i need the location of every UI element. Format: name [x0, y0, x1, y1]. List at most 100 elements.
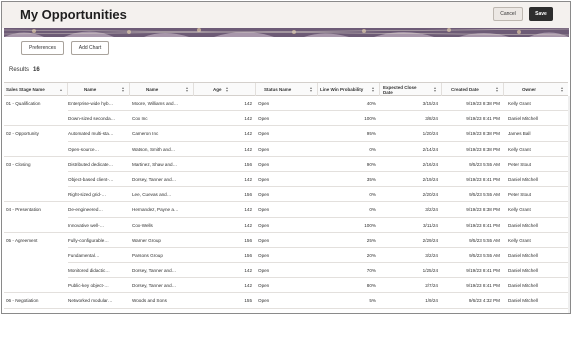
cell-prob: 80% [366, 283, 376, 289]
cell-stage [6, 218, 66, 233]
col-header-expected-close-date[interactable]: Expected Close Date [380, 83, 442, 96]
table-row[interactable]: Open-source… Watson, Smith and… 142 Open 0% 2… [4, 142, 568, 157]
col-header-opportunity-name[interactable]: Name [68, 83, 130, 96]
cell-stage [6, 142, 66, 157]
cell-age: 156 [244, 237, 252, 243]
cell-status: Open [258, 131, 270, 137]
cell-opp: Right-sized grid-… [68, 192, 107, 198]
cell-close: 1/9/24 [425, 298, 438, 304]
cell-stage [6, 111, 66, 126]
table-row[interactable]: 05 - Agreement Fully-configurable… Warner … [4, 233, 568, 248]
cell-owner: Kelly Grant [508, 237, 531, 243]
table-row[interactable]: Public-key object-… Dorsey, Tanner and… 14… [4, 278, 568, 294]
cell-stage [6, 278, 66, 293]
cell-opp: Automated multi-sta… [68, 131, 114, 137]
cell-created: 9/5/23 5:55 AM [469, 192, 500, 198]
save-button[interactable]: Save [529, 7, 553, 21]
col-header-status-name[interactable]: Status Name [256, 83, 318, 96]
opportunities-table: Sales Stage Name Name Name Age Status Na… [4, 82, 568, 313]
cell-age: 142 [244, 222, 252, 228]
cell-status: Open [258, 146, 270, 152]
cell-prob: 70% [366, 268, 376, 274]
table-row[interactable]: 06 - Negotiation Networked modular… Woods … [4, 293, 568, 309]
table-scrollbar[interactable] [568, 96, 570, 313]
table-row[interactable]: 02 - Opportunity Automated multi-sta… Came… [4, 126, 568, 142]
cell-age: 142 [244, 116, 252, 122]
results-count: 16 [33, 67, 40, 73]
cell-status: Open [258, 161, 270, 167]
cell-opp: Public-key object-… [68, 283, 109, 289]
cell-created: 9/19/23 8:41 PM [466, 268, 500, 274]
sort-icon[interactable] [310, 87, 313, 93]
cell-account: Dorsey, Tanner and… [132, 283, 177, 289]
cell-status: Open [258, 101, 270, 106]
cell-age: 142 [244, 283, 252, 289]
sort-icon[interactable] [60, 87, 63, 93]
sort-icon[interactable] [186, 87, 189, 93]
cell-prob: 35% [366, 176, 376, 182]
cell-prob: 100% [364, 116, 376, 122]
col-header-sales-stage[interactable]: Sales Stage Name [4, 83, 68, 96]
cell-prob: 100% [364, 222, 376, 228]
table-row[interactable]: Fundamental… Parsons Group 156 Open 20% 3/2/2… [4, 248, 568, 264]
cell-owner: Peter Stout [508, 192, 531, 198]
sort-icon[interactable] [434, 87, 437, 93]
cell-owner: Daniel Mitchell [508, 298, 538, 304]
table-row[interactable]: 01 - Qualification Enterprise-wide hyb… Mo… [4, 96, 568, 112]
cell-close: 3/11/24 [423, 222, 438, 228]
cell-close: 2/14/24 [422, 146, 438, 152]
cell-age: 156 [244, 192, 252, 198]
cell-stage: 06 - Negotiation [6, 298, 39, 304]
cell-prob: 25% [366, 237, 376, 243]
table-row[interactable]: Object-based client-… Dorsey, Tanner and…… [4, 172, 568, 188]
app-window: My Opportunities Cancel Save Preferences… [1, 1, 571, 314]
table-row[interactable]: Monitored didactic… Dorsey, Tanner and… 14… [4, 263, 568, 279]
cell-age: 156 [244, 252, 252, 258]
cell-opp: Open-source… [68, 146, 100, 152]
cell-status: Open [258, 192, 270, 198]
cell-age: 142 [244, 146, 252, 152]
table-row[interactable]: 03 - Closing Distributed dedicate… Martine… [4, 157, 568, 172]
cell-status: Open [258, 252, 270, 258]
cell-status: Open [258, 116, 270, 122]
col-header-line-win-probability[interactable]: Line Win Probability [318, 83, 380, 96]
preferences-button[interactable]: Preferences [21, 41, 64, 55]
cell-owner: Daniel Mitchell [508, 283, 538, 289]
sort-icon[interactable] [372, 87, 375, 93]
table-row[interactable]: Right-sized grid-… Lee, Cuevas and… 156 Ope… [4, 187, 568, 203]
table-row[interactable]: 04 - Presentation De-engineered… Hernandez… [4, 202, 568, 218]
cell-opp: De-engineered… [68, 207, 103, 213]
cell-account: Moore, Williams and… [132, 101, 179, 106]
cell-close: 3/15/24 [422, 101, 438, 106]
decorative-banner [4, 28, 569, 37]
cell-close: 1/20/24 [422, 131, 438, 137]
table-row[interactable]: Down-sized seconda… Cox Inc 142 Open 100% 3/8… [4, 111, 568, 127]
cell-account: Dorsey, Tanner and… [132, 268, 177, 274]
col-header-age[interactable]: Age [194, 83, 256, 96]
cell-created: 9/19/23 8:38 PM [466, 146, 500, 152]
cell-created: 9/5/23 5:55 AM [469, 252, 500, 258]
col-header-owner[interactable]: Owner [504, 83, 568, 96]
cell-created: 9/19/23 8:41 PM [466, 116, 500, 122]
sort-icon[interactable] [561, 87, 564, 93]
table-row[interactable]: Innovative well-… Cox-Wells 142 Open 100% 3/1… [4, 218, 568, 233]
cell-close: 2/16/24 [422, 161, 438, 167]
cell-account: Lee, Cuevas and… [132, 192, 172, 198]
cell-created: 9/19/23 8:38 PM [466, 131, 500, 137]
sort-icon[interactable] [226, 87, 229, 93]
cell-created: 9/5/23 5:55 AM [469, 161, 500, 167]
cell-stage: 05 - Agreement [6, 237, 38, 243]
cell-owner: Daniel Mitchell [508, 268, 538, 274]
cell-opp: Networked modular… [68, 298, 113, 304]
cell-stage [6, 263, 66, 278]
results-summary: Results 16 [9, 67, 40, 73]
cell-account: Cox-Wells [132, 222, 153, 228]
sort-icon[interactable] [122, 87, 125, 93]
cell-prob: 20% [366, 252, 376, 258]
add-chart-button[interactable]: Add Chart [71, 41, 109, 55]
col-header-created-date[interactable]: Created Date [442, 83, 504, 96]
cell-close: 2/19/24 [422, 176, 438, 182]
col-header-account-name[interactable]: Name [130, 83, 194, 96]
cancel-button[interactable]: Cancel [493, 7, 523, 21]
sort-icon[interactable] [496, 87, 499, 93]
